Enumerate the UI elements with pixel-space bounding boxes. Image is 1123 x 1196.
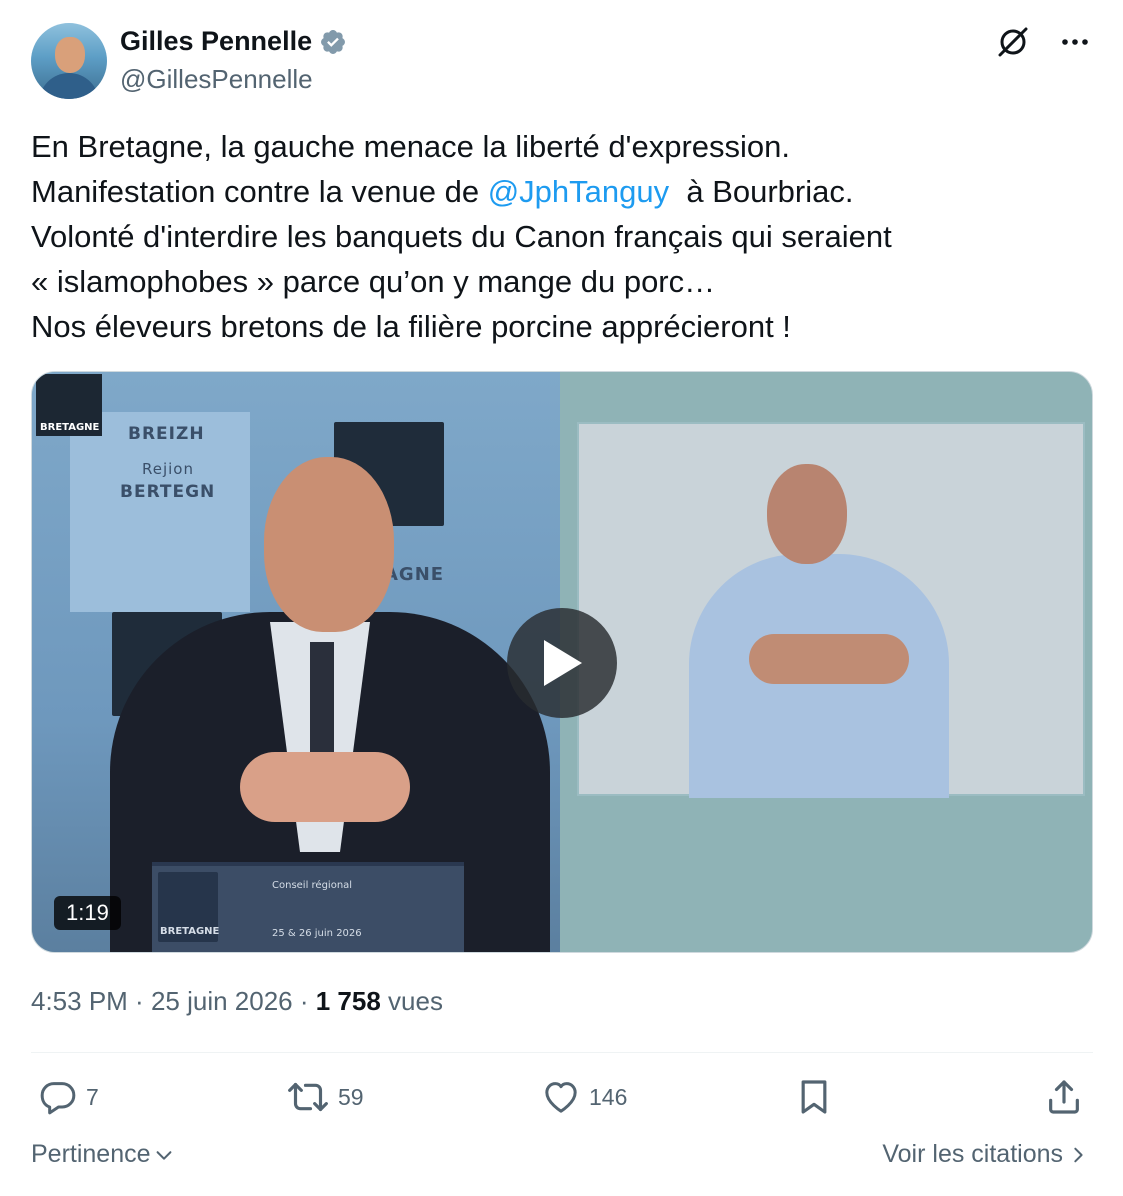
verified-badge-icon	[321, 29, 346, 54]
tweet-line: Volonté d'interdire les banquets du Cano…	[31, 219, 892, 254]
reply-button[interactable]: 7	[38, 1077, 99, 1117]
repost-button[interactable]: 59	[286, 1077, 364, 1117]
video-right-panel	[577, 422, 1085, 798]
speaker-hands	[240, 752, 410, 822]
corner-logo: BRETAGNE	[36, 374, 102, 436]
signer-head	[767, 464, 847, 564]
tweet-line-text: à Bourbriac.	[669, 174, 854, 209]
tweet-line: Manifestation contre la venue de @JphTan…	[31, 169, 1091, 214]
video-left-panel: BREIZH Rejion BERTEGN AGNE BRETAGNE BRET…	[32, 372, 560, 952]
video-duration: 1:19	[54, 896, 121, 930]
avatar-shirt	[39, 73, 99, 99]
backdrop-text: BERTEGN	[120, 482, 216, 502]
action-bar: 7 59 146	[0, 1073, 1123, 1123]
tweet-line-text: Manifestation contre la venue de	[31, 174, 488, 209]
view-quotes-link[interactable]: Voir les citations	[882, 1140, 1087, 1169]
video-player[interactable]: BREIZH Rejion BERTEGN AGNE BRETAGNE BRET…	[31, 371, 1093, 953]
views-label: vues	[380, 986, 443, 1016]
chevron-down-icon	[156, 1150, 171, 1160]
mention-link[interactable]: @JphTanguy	[488, 174, 669, 209]
avatar[interactable]	[31, 23, 107, 99]
more-icon[interactable]	[1057, 24, 1093, 60]
share-button[interactable]	[1044, 1077, 1084, 1117]
like-count: 146	[589, 1083, 628, 1110]
header-actions	[995, 24, 1093, 60]
chevron-right-icon	[1074, 1147, 1083, 1162]
play-icon	[544, 640, 582, 686]
bookmark-icon	[801, 1080, 827, 1114]
backdrop-text: BREIZH	[128, 424, 205, 444]
heart-icon	[545, 1082, 577, 1113]
tweet-line: « islamophobes » parce qu’on y mange du …	[31, 264, 716, 299]
backdrop-text: Rejion	[142, 460, 194, 478]
reply-count: 7	[86, 1083, 99, 1110]
avatar-face	[55, 37, 85, 73]
tweet-text: En Bretagne, la gauche menace la liberté…	[31, 124, 1091, 349]
tweet-line: En Bretagne, la gauche menace la liberté…	[31, 129, 791, 164]
grok-icon[interactable]	[995, 24, 1031, 60]
speaker-head	[264, 457, 394, 632]
tweet-date[interactable]: 25 juin 2026	[151, 986, 293, 1016]
corner-logo-label: BRETAGNE	[40, 422, 100, 433]
tweet-time[interactable]: 4:53 PM	[31, 986, 128, 1016]
author-name[interactable]: Gilles Pennelle	[120, 26, 312, 57]
signer-hands	[749, 634, 909, 684]
sort-dropdown[interactable]: Pertinence	[31, 1140, 175, 1169]
sort-label: Pertinence	[31, 1140, 151, 1168]
repost-count: 59	[338, 1083, 364, 1110]
meta-separator: ·	[292, 986, 316, 1016]
play-button[interactable]	[507, 608, 617, 718]
lectern-logo-label: BRETAGNE	[160, 926, 220, 937]
divider	[31, 1052, 1093, 1053]
tweet-line: Nos éleveurs bretons de la filière porci…	[31, 309, 791, 344]
views-count: 1 758	[315, 986, 381, 1016]
author-handle[interactable]: @GillesPennelle	[120, 64, 313, 95]
lectern-text: Conseil régional	[272, 880, 353, 891]
lectern-text: 25 & 26 juin 2026	[272, 928, 362, 939]
author-name-row[interactable]: Gilles Pennelle	[120, 26, 347, 57]
view-quotes-label: Voir les citations	[882, 1140, 1063, 1168]
meta-separator: ·	[127, 986, 151, 1016]
tweet-detail: Gilles Pennelle @GillesPennelle En Breta…	[0, 0, 1123, 1196]
reply-icon	[40, 1082, 76, 1115]
tweet-meta: 4:53 PM · 25 juin 2026 · 1 758 vues	[31, 986, 443, 1017]
share-icon	[1049, 1080, 1079, 1114]
lectern: BRETAGNE Conseil régional 25 & 26 juin 2…	[152, 862, 464, 952]
like-button[interactable]: 146	[541, 1077, 627, 1117]
repost-icon	[288, 1082, 328, 1112]
bookmark-button[interactable]	[794, 1077, 834, 1117]
